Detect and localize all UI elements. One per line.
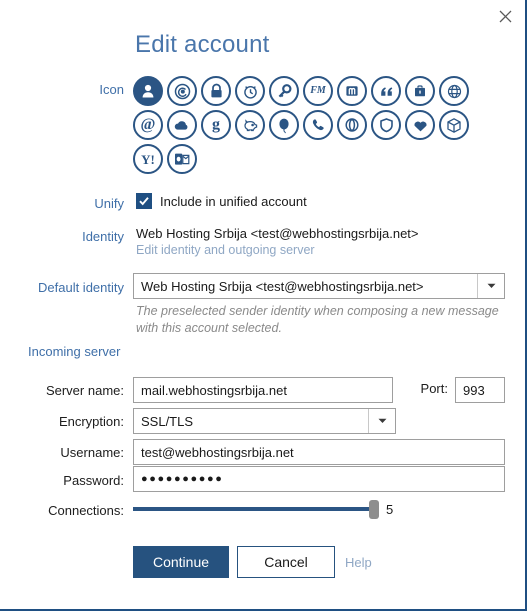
outlook-icon[interactable] bbox=[167, 144, 197, 174]
include-unified-checkbox[interactable] bbox=[136, 193, 152, 209]
server-name-value: mail.webhostingsrbija.net bbox=[141, 382, 287, 398]
briefcase-icon[interactable] bbox=[405, 76, 435, 106]
server-name-label: Server name: bbox=[45, 383, 124, 398]
box-icon[interactable] bbox=[439, 110, 469, 140]
password-value: ●●●●●●●●●● bbox=[141, 473, 224, 485]
connections-slider[interactable]: 5 bbox=[133, 498, 413, 520]
port-label: Port: bbox=[420, 381, 448, 396]
icon-grid: FM @ g Y! bbox=[133, 76, 473, 174]
username-input[interactable]: test@webhostingsrbija.net bbox=[133, 439, 505, 465]
encryption-select[interactable]: SSL/TLS bbox=[133, 408, 396, 434]
edit-account-dialog: Edit account Icon FM @ g Y! Unify Includ… bbox=[0, 0, 527, 611]
continue-button[interactable]: Continue bbox=[133, 546, 229, 578]
connections-value: 5 bbox=[386, 502, 394, 517]
opera-icon[interactable] bbox=[337, 110, 367, 140]
cloud-icon[interactable] bbox=[167, 110, 197, 140]
yahoo-text: Y! bbox=[141, 151, 155, 167]
include-unified-label: Include in unified account bbox=[160, 193, 307, 209]
slider-thumb[interactable] bbox=[369, 500, 379, 519]
identity-label: Identity bbox=[82, 229, 124, 244]
person-icon[interactable] bbox=[133, 76, 163, 106]
default-identity-select[interactable]: Web Hosting Srbija <test@webhostingsrbij… bbox=[133, 273, 505, 299]
chevron-down-icon[interactable] bbox=[368, 409, 395, 433]
help-link[interactable]: Help bbox=[345, 555, 372, 570]
fastmail-icon[interactable]: FM bbox=[303, 76, 333, 106]
key-icon[interactable] bbox=[269, 76, 299, 106]
at-swirl-icon[interactable] bbox=[167, 76, 197, 106]
unify-row: Include in unified account bbox=[136, 193, 307, 209]
globe-icon[interactable] bbox=[439, 76, 469, 106]
icon-label: Icon bbox=[99, 82, 124, 97]
google-text: g bbox=[212, 116, 220, 133]
default-identity-hint: The preselected sender identity when com… bbox=[136, 304, 499, 335]
page-title: Edit account bbox=[135, 31, 270, 58]
lock-icon[interactable] bbox=[201, 76, 231, 106]
server-name-input[interactable]: mail.webhostingsrbija.net bbox=[133, 377, 393, 403]
quote-icon[interactable] bbox=[371, 76, 401, 106]
encryption-label: Encryption: bbox=[58, 414, 124, 429]
password-input[interactable]: ●●●●●●●●●● bbox=[133, 466, 505, 492]
alarm-clock-icon[interactable] bbox=[235, 76, 265, 106]
default-identity-label: Default identity bbox=[38, 280, 124, 295]
piggy-bank-icon[interactable] bbox=[235, 110, 265, 140]
username-label: Username: bbox=[60, 445, 124, 460]
connections-label: Connections: bbox=[48, 503, 124, 518]
encryption-value: SSL/TLS bbox=[141, 413, 194, 429]
chevron-down-icon[interactable] bbox=[477, 274, 504, 298]
fastmail-text: FM bbox=[310, 85, 326, 96]
heart-icon[interactable] bbox=[405, 110, 435, 140]
google-icon[interactable]: g bbox=[201, 110, 231, 140]
balloon-icon[interactable] bbox=[269, 110, 299, 140]
yahoo-icon[interactable]: Y! bbox=[133, 144, 163, 174]
cancel-button[interactable]: Cancel bbox=[237, 546, 335, 578]
identity-value: Web Hosting Srbija <test@webhostingsrbij… bbox=[136, 226, 419, 241]
username-value: test@webhostingsrbija.net bbox=[141, 444, 294, 460]
incoming-server-heading: Incoming server bbox=[28, 344, 121, 359]
at-sign-icon[interactable]: @ bbox=[133, 110, 163, 140]
shield-icon[interactable] bbox=[371, 110, 401, 140]
mailbox-icon[interactable] bbox=[337, 76, 367, 106]
phone-icon[interactable] bbox=[303, 110, 333, 140]
port-input[interactable]: 993 bbox=[455, 377, 505, 403]
unify-label: Unify bbox=[94, 196, 124, 211]
edit-identity-link[interactable]: Edit identity and outgoing server bbox=[136, 243, 315, 257]
at-sign-text: @ bbox=[140, 116, 156, 133]
password-label: Password: bbox=[63, 473, 124, 488]
port-value: 993 bbox=[463, 382, 485, 398]
slider-track[interactable] bbox=[133, 507, 376, 511]
close-icon[interactable] bbox=[494, 5, 516, 27]
default-identity-value: Web Hosting Srbija <test@webhostingsrbij… bbox=[141, 278, 424, 294]
